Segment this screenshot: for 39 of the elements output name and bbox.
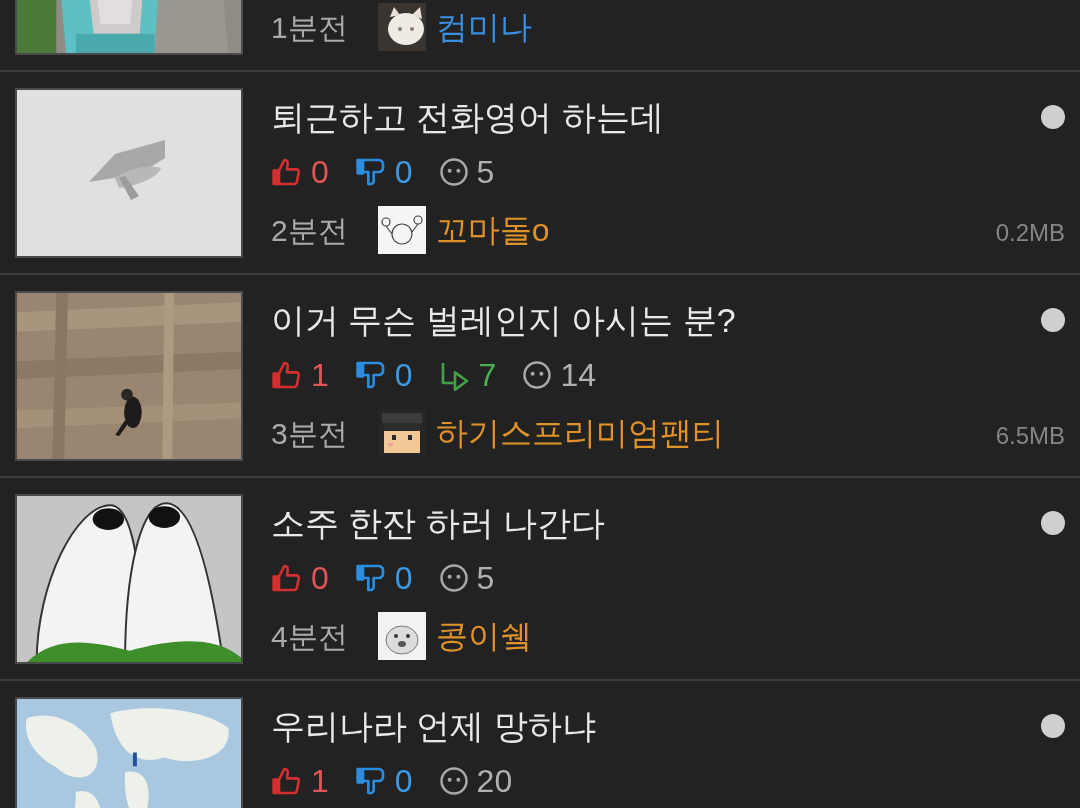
face-icon [438,766,469,796]
thumbs-up-icon [271,359,303,391]
post-time: 4분전 [271,618,348,655]
thumbs-up-icon [271,562,303,594]
stat-count: 0 [394,153,413,192]
stat-count: 0 [311,559,329,598]
thumbs-down-icon [354,765,387,797]
face-icon [438,157,469,187]
thumbs-up-icon [271,156,303,188]
thumbs-up-icon [271,765,303,797]
post-title[interactable]: 우리나라 언제 망하냐 [271,700,596,752]
stat-count: 5 [476,153,495,192]
post-time: 1분전 [271,9,348,46]
stat-count: 0 [394,762,413,801]
stat-count: 5 [476,559,495,598]
post-time: 2분전 [271,212,348,249]
post-title[interactable]: 이거 무슨 벌레인지 아시는 분? [271,294,736,346]
stat-count: 0 [394,356,413,395]
stat-count: 20 [476,762,513,801]
stat-count: 14 [560,356,596,395]
author-name[interactable]: 컴미나 [435,3,532,51]
author-name[interactable]: 콩이쉨 [435,612,532,660]
stat-count: 7 [478,356,497,395]
thumbs-down-icon [354,156,387,188]
face-icon [522,360,553,390]
post-title[interactable]: 소주 한잔 하러 나간다 [271,497,606,549]
face-icon [438,563,469,593]
thumbs-down-icon [354,562,387,594]
post-title[interactable]: 퇴근하고 전화영어 하는데 [271,91,664,143]
stat-count: 0 [394,559,413,598]
author-name[interactable]: 꼬마돌o [435,206,550,254]
author-name[interactable]: 하기스프리미엄팬티 [435,409,724,457]
stat-count: 0 [311,153,329,192]
stat-count: 1 [311,762,329,801]
stat-count: 1 [311,356,329,395]
post-time: 3분전 [271,415,348,452]
file-size: 6.5MB [995,421,1065,451]
file-size: 0.2MB [995,218,1065,248]
thumbs-down-icon [354,359,387,391]
